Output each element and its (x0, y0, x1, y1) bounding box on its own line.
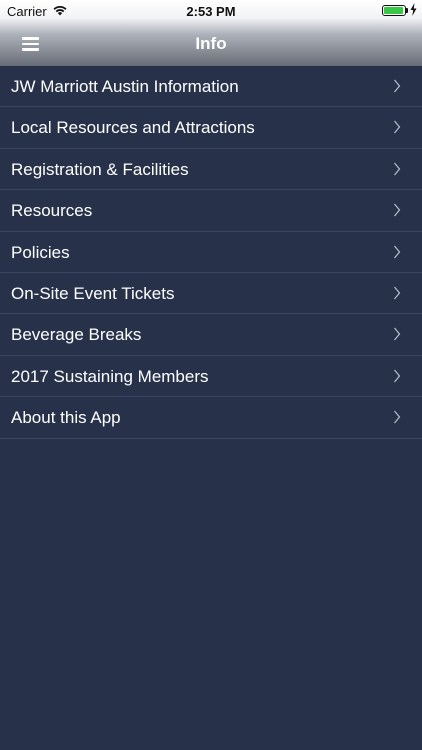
menu-item-label: 2017 Sustaining Members (11, 366, 209, 386)
menu-item-label: Policies (11, 242, 70, 262)
navigation-bar: Info (0, 22, 422, 66)
menu-item-label: Local Resources and Attractions (11, 118, 255, 138)
charging-bolt-icon (410, 3, 417, 16)
menu-item-label: Resources (11, 201, 93, 221)
page-title: Info (195, 34, 227, 53)
chevron-right-icon (394, 121, 401, 134)
menu-item[interactable]: Registration & Facilities (0, 149, 422, 191)
chevron-right-icon (394, 203, 401, 217)
menu-item[interactable]: Beverage Breaks (0, 314, 422, 356)
screen: Carrier 2:53 PM Info JW Marriott Austin … (0, 0, 422, 750)
menu-item[interactable]: Local Resources and Attractions (0, 107, 422, 149)
menu-item[interactable]: About this App (0, 397, 422, 439)
menu-item[interactable]: Policies (0, 232, 422, 273)
battery-nub (406, 8, 408, 13)
battery-level-fill (384, 7, 403, 14)
status-time: 2:53 PM (186, 4, 236, 19)
menu-item-label: JW Marriott Austin Information (11, 77, 239, 96)
top-bar: Carrier 2:53 PM Info (0, 0, 422, 66)
status-bar: Carrier 2:53 PM (0, 0, 422, 22)
menu-item[interactable]: On-Site Event Tickets (0, 273, 422, 315)
menu-item[interactable]: Resources (0, 190, 422, 232)
menu-item[interactable]: 2017 Sustaining Members (0, 356, 422, 398)
chevron-right-icon (394, 410, 401, 424)
battery-icon (382, 5, 406, 16)
chevron-right-icon (394, 245, 401, 258)
menu-item-label: Beverage Breaks (11, 325, 142, 345)
info-menu-list: JW Marriott Austin Information Local Reso… (0, 66, 422, 439)
chevron-right-icon (394, 327, 401, 341)
chevron-right-icon (394, 162, 401, 176)
menu-item-label: On-Site Event Tickets (11, 283, 175, 303)
chevron-right-icon (394, 79, 401, 93)
menu-item[interactable]: JW Marriott Austin Information (0, 66, 422, 108)
menu-item-label: Registration & Facilities (11, 159, 189, 179)
menu-item-label: About this App (11, 408, 121, 428)
chevron-right-icon (394, 286, 401, 300)
chevron-right-icon (394, 369, 401, 383)
